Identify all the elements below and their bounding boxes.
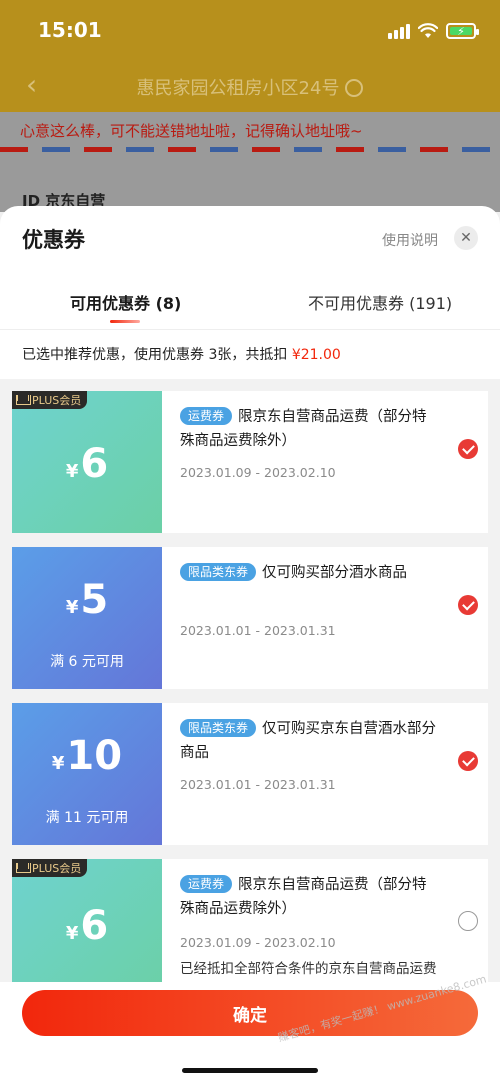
status-time: 15:01 (38, 18, 102, 42)
address-notice-bar: 心意这么棒，可不能送错地址啦，记得确认地址哦~ (0, 112, 500, 152)
coupon-unselected-checkbox[interactable] (458, 911, 478, 931)
coupon-info: 运费券 限京东自营商品运费（部分特殊商品运费除外） 2023.01.09 - 20… (162, 859, 488, 1001)
sheet-footer: 确定 赚客吧，有奖一起赚！ www.zuanke8.com (0, 972, 500, 1083)
coupon-value-panel: ¥10 满 11 元可用 (12, 703, 162, 845)
location-icon (345, 79, 364, 97)
currency-symbol: ¥ (51, 753, 65, 774)
crown-icon (16, 862, 31, 873)
coupon-value-panel: ¥5 满 6 元可用 (12, 547, 162, 689)
coupon-info: 限品类东券 仅可购买部分酒水商品 2023.01.01 - 2023.01.31 (162, 547, 488, 689)
currency-symbol: ¥ (65, 461, 79, 482)
coupon-value-panel: ¥6 (12, 859, 162, 1001)
coupon-description: 限品类东券 仅可购买部分酒水商品 (180, 561, 438, 585)
crown-icon (16, 394, 31, 405)
background-nav: ‹ 惠民家园公租房小区24号 (0, 60, 500, 112)
coupon-type-tag: 运费券 (180, 875, 233, 893)
coupon-info: 限品类东券 仅可购买京东自营酒水部分商品 2023.01.01 - 2023.01… (162, 703, 488, 845)
coupon-selected-checkbox[interactable] (458, 751, 478, 771)
coupon-desc-text: 仅可购买部分酒水商品 (262, 565, 408, 581)
coupon-card[interactable]: ¥10 满 11 元可用 限品类东券 仅可购买京东自营酒水部分商品 2023.01… (12, 703, 488, 845)
summary-text: 已选中推荐优惠，使用优惠券 3张，共抵扣 ¥21.00 (22, 344, 341, 364)
coupon-type-tag: 限品类东券 (180, 719, 257, 737)
coupon-amount-value: 5 (80, 577, 109, 623)
status-icons: ⚡ (388, 20, 479, 42)
address-notice-text: 心意这么棒，可不能送错地址啦，记得确认地址哦~ (20, 122, 363, 140)
status-bar: 15:01 ⚡ (0, 0, 500, 60)
coupon-extra-note: 已经抵扣全部符合条件的京东自营商品运费 (180, 961, 437, 977)
sheet-title: 优惠券 (22, 228, 85, 252)
usage-instructions-link[interactable]: 使用说明 (382, 230, 438, 250)
coupon-description: 运费券 限京东自营商品运费（部分特殊商品运费除外） (180, 405, 438, 453)
close-icon: ✕ (460, 230, 472, 246)
tab-unavailable-coupons[interactable]: 不可用优惠券 (191) (308, 290, 452, 314)
cellular-signal-icon (388, 23, 410, 39)
coupon-validity-date: 2023.01.01 - 2023.01.31 (180, 777, 336, 792)
address-title: 惠民家园公租房小区24号 (136, 78, 340, 99)
currency-symbol: ¥ (65, 597, 79, 618)
coupon-card[interactable]: PLUS会员 ¥6 运费券 限京东自营商品运费（部分特殊商品运费除外） 2023.… (12, 391, 488, 533)
coupon-amount: ¥6 (12, 903, 162, 949)
currency-symbol: ¥ (65, 923, 79, 944)
close-button[interactable]: ✕ (454, 226, 478, 250)
coupon-amount-value: 10 (66, 733, 123, 779)
coupon-validity-date: 2023.01.09 - 2023.02.10 (180, 935, 336, 950)
battery-icon: ⚡ (446, 23, 479, 39)
summary-amount: ¥21.00 (291, 347, 341, 363)
discount-summary: 已选中推荐优惠，使用优惠券 3张，共抵扣 ¥21.00 (0, 331, 500, 379)
coupon-description: 限品类东券 仅可购买京东自营酒水部分商品 (180, 717, 438, 765)
plus-member-badge: PLUS会员 (12, 859, 88, 877)
coupon-validity-date: 2023.01.09 - 2023.02.10 (180, 465, 336, 480)
wifi-icon (418, 23, 438, 38)
coupon-validity-date: 2023.01.01 - 2023.01.31 (180, 623, 336, 638)
charging-bolt-icon: ⚡ (457, 24, 465, 38)
plus-badge-label: PLUS会员 (32, 394, 82, 407)
tab-available-coupons[interactable]: 可用优惠券 (8) (70, 290, 181, 314)
coupon-card[interactable]: ¥5 满 6 元可用 限品类东券 仅可购买部分酒水商品 2023.01.01 - … (12, 547, 488, 689)
coupon-value-panel: ¥6 (12, 391, 162, 533)
shop-section: JD 京东自营 (0, 152, 500, 212)
summary-prefix: 已选中推荐优惠，使用优惠券 3张，共抵扣 (22, 347, 292, 363)
coupon-card[interactable]: PLUS会员 ¥6 运费券 限京东自营商品运费（部分特殊商品运费除外） 2023.… (12, 859, 488, 1001)
coupon-amount: ¥10 (12, 733, 162, 779)
coupon-amount-value: 6 (80, 441, 109, 487)
coupon-selected-checkbox[interactable] (458, 439, 478, 459)
coupon-amount: ¥5 (12, 577, 162, 623)
coupon-list: PLUS会员 ¥6 运费券 限京东自营商品运费（部分特殊商品运费除外） 2023.… (0, 379, 500, 1001)
coupon-sheet: 优惠券 使用说明 ✕ 可用优惠券 (8) 不可用优惠券 (191) 已选中推荐优… (0, 206, 500, 1083)
coupon-type-tag: 运费券 (180, 407, 233, 425)
coupon-tabs: 可用优惠券 (8) 不可用优惠券 (191) (0, 284, 500, 330)
active-tab-indicator (110, 320, 140, 323)
coupon-amount-value: 6 (80, 903, 109, 949)
plus-badge-label: PLUS会员 (32, 862, 82, 875)
home-indicator (182, 1068, 318, 1073)
coupon-description: 运费券 限京东自营商品运费（部分特殊商品运费除外） (180, 873, 438, 921)
coupon-selected-checkbox[interactable] (458, 595, 478, 615)
coupon-condition: 满 6 元可用 (50, 654, 124, 670)
coupon-condition: 满 11 元可用 (45, 810, 129, 826)
coupon-info: 运费券 限京东自营商品运费（部分特殊商品运费除外） 2023.01.09 - 20… (162, 391, 488, 533)
plus-member-badge: PLUS会员 (12, 391, 88, 409)
coupon-type-tag: 限品类东券 (180, 563, 257, 581)
coupon-amount: ¥6 (12, 441, 162, 487)
